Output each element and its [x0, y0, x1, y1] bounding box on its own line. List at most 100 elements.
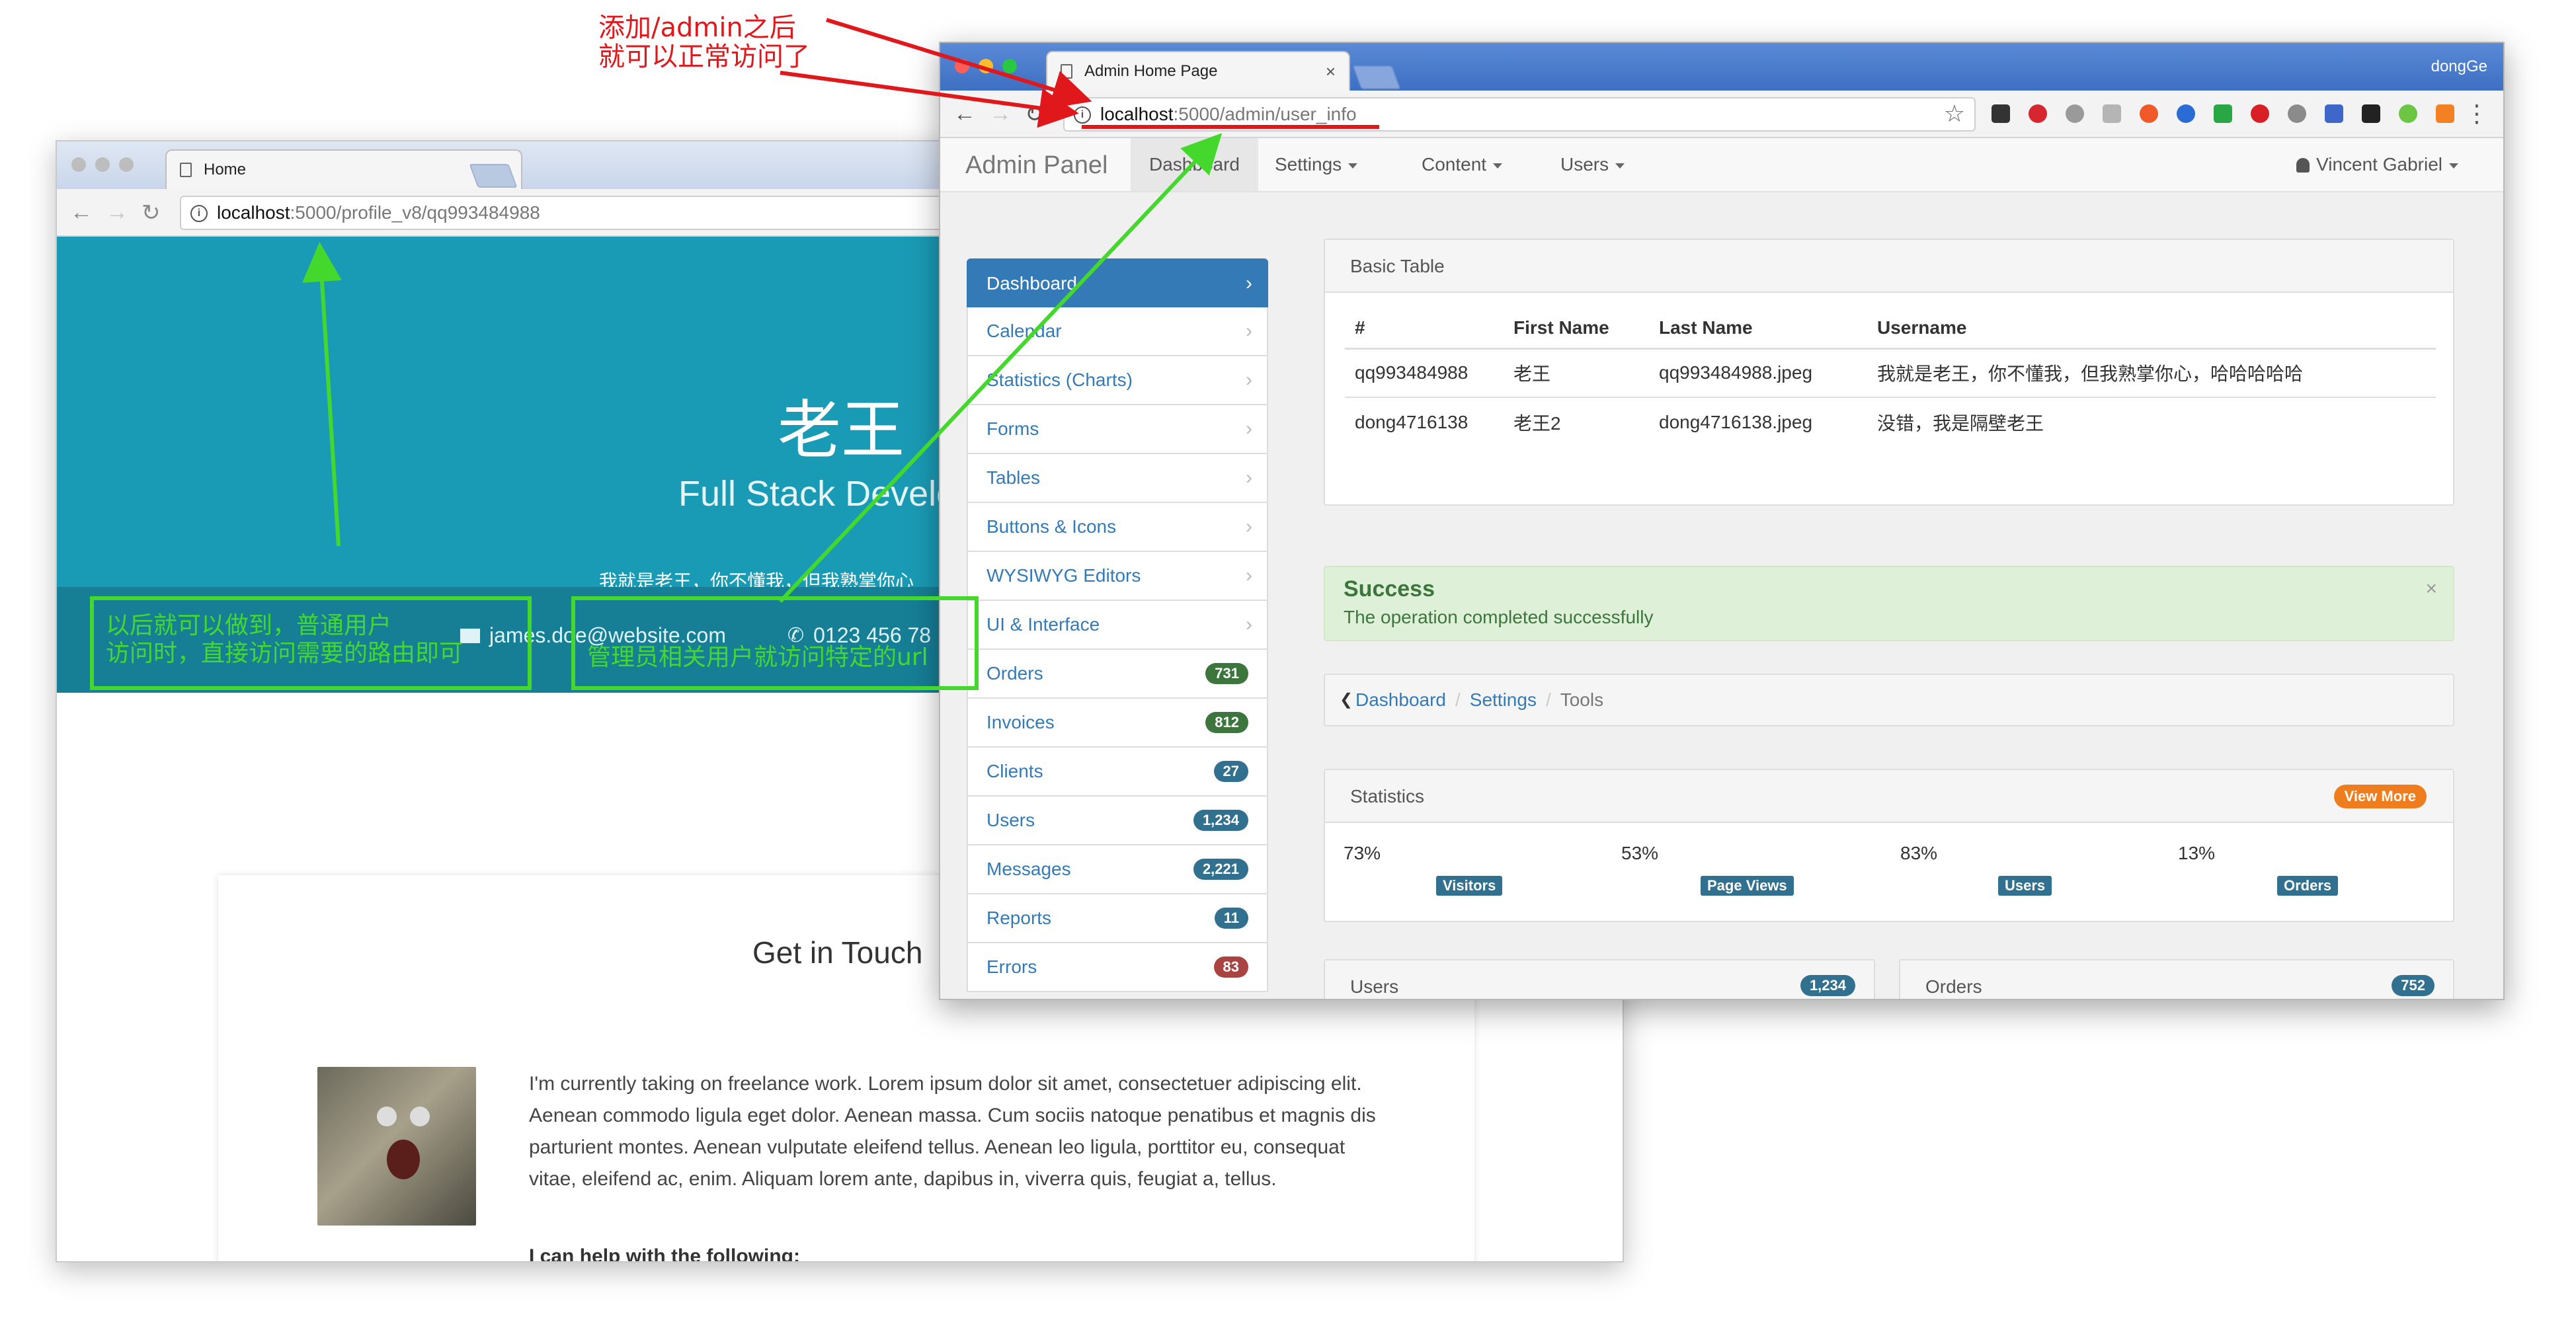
nav-users[interactable]: Users	[1542, 138, 1643, 191]
stat-label: Visitors	[1436, 876, 1503, 896]
annotation-line: 就可以正常访问了	[598, 42, 810, 72]
breadcrumb-dashboard[interactable]: Dashboard	[1355, 689, 1446, 710]
card-title: Get in Touch	[752, 935, 923, 970]
window-controls[interactable]	[955, 59, 1017, 73]
orders-panel-header: Orders 752	[1900, 960, 2453, 999]
url-path: :5000/admin/user_info	[1173, 104, 1357, 124]
globe-extension-icon[interactable]	[2066, 104, 2084, 123]
back-arrow-icon[interactable]: ←	[70, 200, 93, 225]
sidebar-item[interactable]: Messages 2,221	[967, 845, 1268, 894]
admin-browser-window: Admin Home Page × dongGe ← → ↻ i localho…	[939, 42, 2505, 1000]
url-host: localhost	[217, 202, 290, 223]
caret-down-icon	[1493, 163, 1503, 169]
green-extension-icon[interactable]	[2399, 104, 2417, 123]
yab-extension-icon[interactable]	[2251, 104, 2269, 123]
sync-extension-icon[interactable]	[2177, 104, 2195, 123]
new-tab-button[interactable]	[469, 164, 518, 188]
sidebar-item-label: Reports	[986, 908, 1052, 928]
table-row[interactable]: qq993484988 老王 qq993484988.jpeg 我就是老王，你不…	[1345, 348, 2436, 398]
orange-extension-icon[interactable]	[2140, 104, 2158, 123]
count-badge: 1,234	[1193, 810, 1248, 831]
chevron-right-icon: ›	[1246, 613, 1252, 635]
stat-value: 83%	[1900, 843, 1938, 863]
sidebar-item[interactable]: Orders 731	[967, 650, 1268, 699]
table-cell: 没错，我是隔壁老王	[1877, 412, 2044, 434]
green-annotation-right: 管理员相关用户就访问特定的url	[571, 596, 979, 690]
adblock-extension-icon[interactable]	[2029, 104, 2047, 123]
sidebar-item[interactable]: Buttons & Icons ›	[967, 503, 1268, 552]
sidebar-item[interactable]: UI & Interface ›	[967, 601, 1268, 650]
sidebar-item-label: Buttons & Icons	[986, 516, 1117, 537]
address-bar[interactable]: i localhost:5000/admin/user_info ☆	[1063, 97, 1976, 132]
sidebar-item[interactable]: Dashboard ›	[967, 258, 1268, 307]
save-extension-icon[interactable]	[2103, 104, 2121, 123]
forward-arrow-icon[interactable]: →	[106, 200, 128, 225]
reload-icon[interactable]: ↻	[1025, 101, 1044, 128]
panel-title: Statistics	[1350, 786, 1425, 806]
count-badge: 731	[1205, 663, 1248, 684]
reload-icon[interactable]: ↻	[141, 200, 161, 226]
bookmark-star-icon[interactable]: ☆	[1944, 100, 1965, 128]
breadcrumb: ❮ Dashboard / Settings / Tools	[1324, 674, 2454, 726]
sidebar-item-label: Forms	[986, 418, 1039, 439]
nav-content[interactable]: Content	[1403, 138, 1521, 191]
sidebar-item[interactable]: Forms ›	[967, 405, 1268, 454]
sidebar-item[interactable]: Users 1,234	[967, 797, 1268, 845]
card-subheading: I can help with the following:	[529, 1245, 800, 1263]
sidebar-item[interactable]: Reports 11	[967, 894, 1268, 943]
sidebar-item[interactable]: Clients 27	[967, 748, 1268, 797]
breadcrumb-settings[interactable]: Settings	[1470, 689, 1537, 710]
qr-extension-icon[interactable]	[1992, 104, 2010, 123]
basic-table-panel: Basic Table # First Name Last Name Usern…	[1324, 239, 2454, 506]
brand[interactable]: Admin Panel	[965, 151, 1107, 180]
nav-settings[interactable]: Settings	[1256, 138, 1376, 191]
sidebar-item[interactable]: Tables ›	[967, 454, 1268, 503]
table-row[interactable]: dong4716138 老王2 dong4716138.jpeg 没错，我是隔壁…	[1345, 397, 2436, 446]
breadcrumb-current: Tools	[1560, 689, 1604, 710]
tab-home[interactable]: Home ×	[165, 149, 522, 189]
table-cell: 老王2	[1513, 412, 1561, 434]
sidebar-item[interactable]: WYSIWYG Editors ›	[967, 552, 1268, 601]
annotation-line: 访问时，直接访问需要的路由即可	[106, 640, 463, 667]
window-controls[interactable]	[71, 157, 134, 172]
table-header: Last Name	[1659, 293, 1877, 350]
sidebar-item-label: Statistics (Charts)	[986, 370, 1133, 390]
sidebar-item-label: Tables	[986, 467, 1040, 488]
browser-menu-icon[interactable]: ⋮	[2465, 100, 2489, 128]
user-menu[interactable]: Vincent Gabriel	[2296, 138, 2458, 191]
sidebar-item[interactable]: Errors 83	[967, 943, 1268, 992]
sidebar-item-label: Errors	[986, 956, 1037, 977]
sidebar-item[interactable]: Invoices 812	[967, 699, 1268, 748]
orders-count-badge: 752	[2392, 975, 2435, 996]
jh-extension-icon[interactable]	[2325, 104, 2343, 123]
info-icon[interactable]: i	[1074, 106, 1091, 124]
x-extension-icon[interactable]	[2362, 104, 2380, 123]
title-bar: Admin Home Page × dongGe	[940, 43, 2503, 91]
browser-toolbar: ← → ↻ i localhost:5000/admin/user_info ☆…	[940, 91, 2503, 138]
view-more-button[interactable]: View More	[2333, 785, 2427, 808]
back-arrow-icon[interactable]: ←	[953, 101, 976, 127]
table-header: #	[1345, 293, 1513, 350]
nav-dashboard[interactable]: Dashboard	[1131, 138, 1258, 191]
annotation-line: 以后就可以做到，普通用户	[106, 612, 392, 639]
sidebar-item[interactable]: Statistics (Charts) ›	[967, 356, 1268, 405]
sidebar-item-label: WYSIWYG Editors	[986, 565, 1141, 586]
new-tab-button[interactable]	[1352, 65, 1401, 89]
fox-extension-icon[interactable]	[2436, 104, 2454, 123]
browser-profile-name[interactable]: dongGe	[2431, 58, 2487, 76]
tab-admin-home[interactable]: Admin Home Page ×	[1046, 51, 1350, 91]
close-icon[interactable]: ×	[2425, 578, 2437, 600]
forward-arrow-icon[interactable]: →	[989, 101, 1012, 127]
info-icon[interactable]: i	[190, 205, 208, 222]
sidebar-item-label: Messages	[986, 859, 1071, 879]
alert-text: The operation completed successfully	[1344, 607, 1654, 627]
page-icon	[180, 163, 192, 177]
table-cell: qq993484988	[1345, 348, 1513, 398]
gray-extension-icon[interactable]	[2288, 104, 2306, 123]
shield-extension-icon[interactable]	[2214, 104, 2232, 123]
chevron-left-icon: ❮	[1340, 691, 1353, 709]
cat-avatar-image	[317, 1067, 476, 1226]
close-tab-icon[interactable]: ×	[1326, 61, 1336, 82]
stat-value: 73%	[1344, 843, 1381, 863]
sidebar-item[interactable]: Calendar ›	[967, 307, 1268, 356]
